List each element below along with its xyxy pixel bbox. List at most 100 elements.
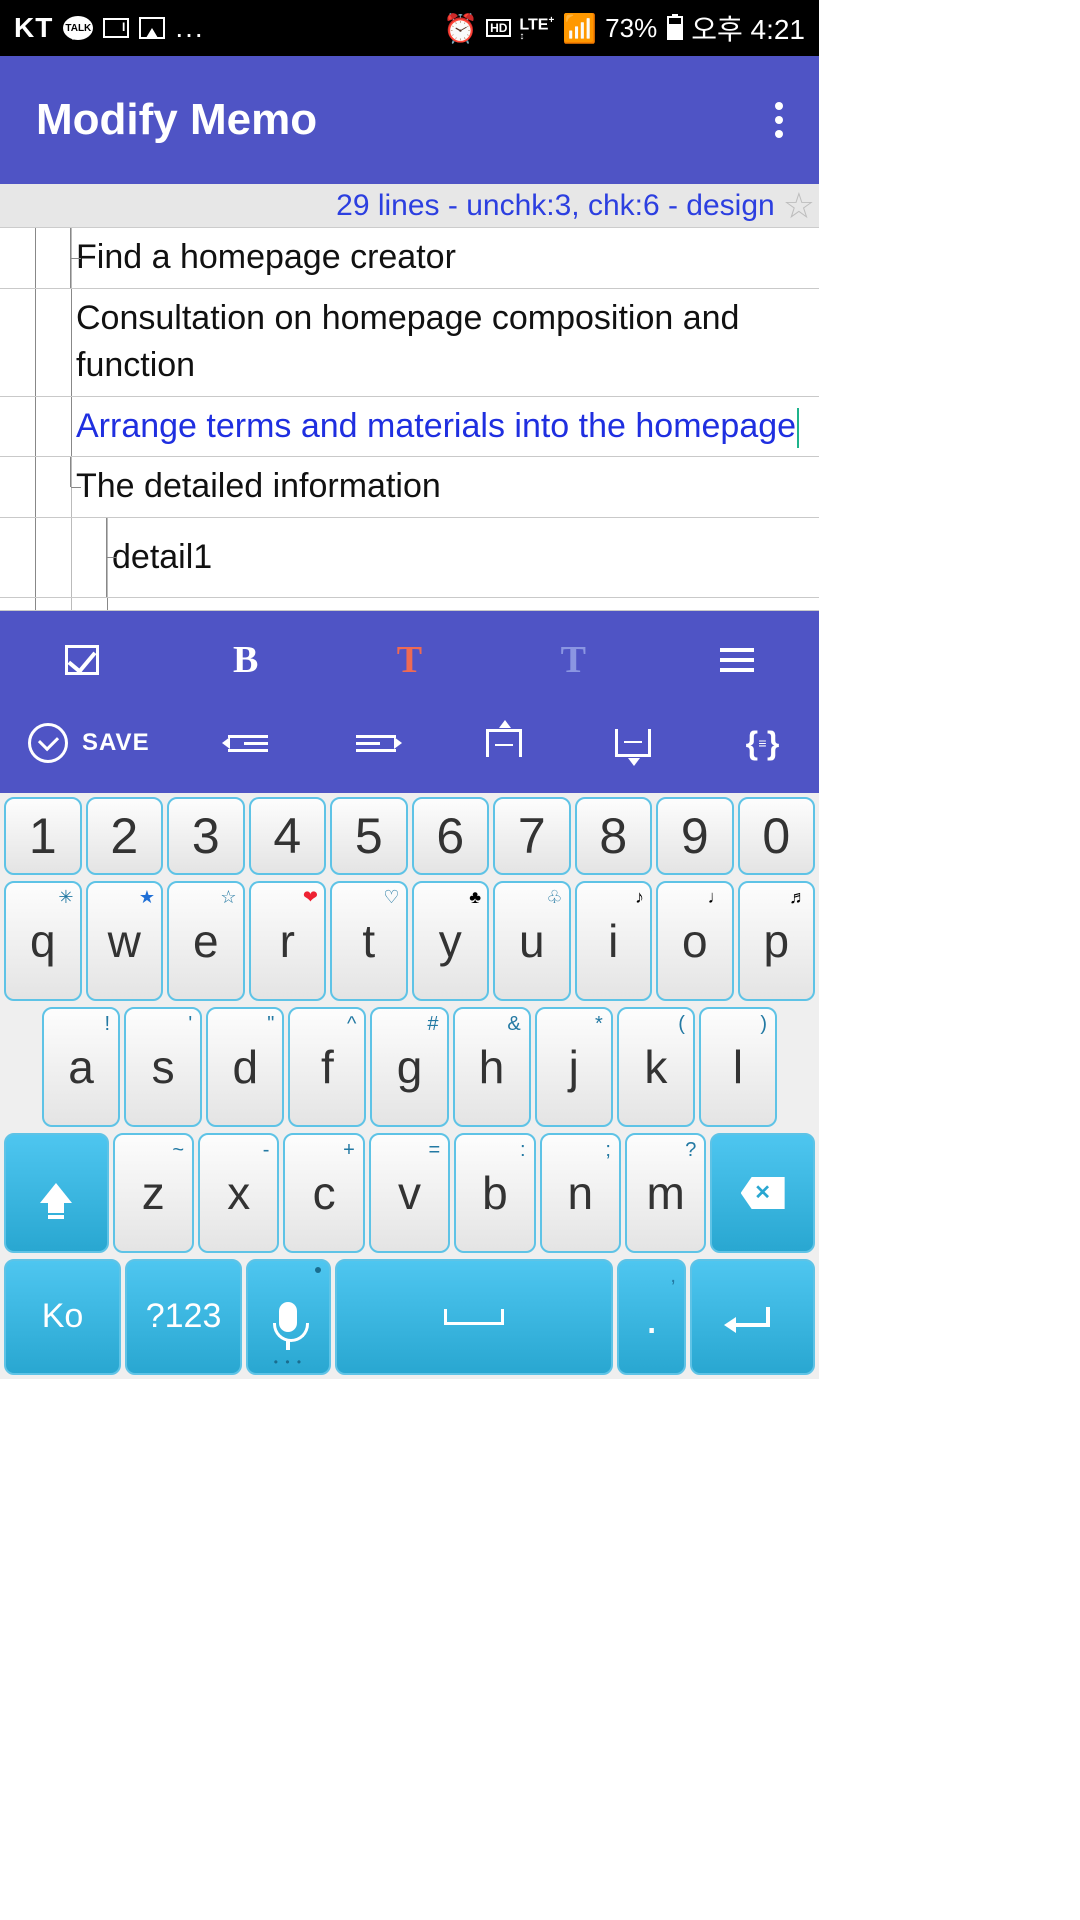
- key-v[interactable]: =v: [369, 1133, 450, 1253]
- memo-text[interactable]: Find a homepage creator: [72, 228, 819, 288]
- indent-button[interactable]: [346, 718, 406, 768]
- key-y[interactable]: ♣y: [412, 881, 490, 1001]
- outdent-button[interactable]: [218, 718, 278, 768]
- alarm-icon: [443, 12, 478, 45]
- key-voice-input[interactable]: • • •: [246, 1259, 331, 1375]
- mic-icon: [279, 1302, 297, 1332]
- key-language[interactable]: Ko: [4, 1259, 121, 1375]
- memo-text[interactable]: detail1: [108, 518, 819, 597]
- code-block-button[interactable]: { }: [731, 718, 791, 768]
- key-u[interactable]: ♧u: [493, 881, 571, 1001]
- key-p[interactable]: ♬p: [738, 881, 816, 1001]
- hd-icon: HD: [486, 19, 511, 37]
- key-j[interactable]: *j: [535, 1007, 613, 1127]
- checklist-button[interactable]: [52, 635, 112, 685]
- memo-line: detail1: [0, 518, 819, 598]
- key-m[interactable]: ?m: [625, 1133, 706, 1253]
- keyboard-row-asdf: !a 's "d ^f #g &h *j (k )l: [4, 1007, 815, 1127]
- format-menu-button[interactable]: [707, 635, 767, 685]
- key-l[interactable]: )l: [699, 1007, 777, 1127]
- key-s[interactable]: 's: [124, 1007, 202, 1127]
- clock-time: 오후 4:21: [691, 8, 805, 48]
- save-button[interactable]: SAVE: [28, 723, 150, 763]
- keyboard-row-zxcv: ~z -x +c =v :b ;n ?m ✕: [4, 1133, 815, 1253]
- battery-icon: [667, 16, 683, 40]
- key-h[interactable]: &h: [453, 1007, 531, 1127]
- key-a[interactable]: !a: [42, 1007, 120, 1127]
- image-notification-icon: [139, 17, 165, 39]
- key-7[interactable]: 7: [493, 797, 571, 875]
- favorite-star-icon[interactable]: ☆: [783, 185, 815, 227]
- text-color-red-button[interactable]: T: [379, 635, 439, 685]
- key-0[interactable]: 0: [738, 797, 816, 875]
- key-d[interactable]: "d: [206, 1007, 284, 1127]
- key-i[interactable]: ♪i: [575, 881, 653, 1001]
- notification-icon-1: I: [103, 18, 129, 38]
- key-5[interactable]: 5: [330, 797, 408, 875]
- key-symbols[interactable]: ?123: [125, 1259, 242, 1375]
- backspace-icon: ✕: [741, 1177, 785, 1209]
- key-space[interactable]: [335, 1259, 614, 1375]
- memo-text-active[interactable]: Arrange terms and materials into the hom…: [72, 397, 819, 457]
- memo-line: Consultation on homepage composition and…: [0, 289, 819, 397]
- key-g[interactable]: #g: [370, 1007, 448, 1127]
- key-4[interactable]: 4: [249, 797, 327, 875]
- key-w[interactable]: ★w: [86, 881, 164, 1001]
- save-icon: [28, 723, 68, 763]
- key-enter[interactable]: [690, 1259, 815, 1375]
- status-bar: KT TALK I ... HD LTE+↕ 📶 73% 오후 4:21: [0, 0, 819, 56]
- outdent-icon: [228, 735, 268, 752]
- move-up-icon: [486, 729, 522, 757]
- carrier-label: KT: [14, 12, 53, 44]
- chat-app-icon: TALK: [63, 16, 93, 40]
- key-k[interactable]: (k: [617, 1007, 695, 1127]
- key-t[interactable]: ♡t: [330, 881, 408, 1001]
- key-backspace[interactable]: ✕: [710, 1133, 815, 1253]
- memo-line: Arrange terms and materials into the hom…: [0, 397, 819, 458]
- key-shift[interactable]: [4, 1133, 109, 1253]
- page-title: Modify Memo: [36, 95, 775, 145]
- overflow-menu-button[interactable]: [775, 102, 783, 138]
- key-b[interactable]: :b: [454, 1133, 535, 1253]
- keyboard-row-bottom: Ko ?123 • • • ,.: [4, 1259, 815, 1375]
- key-1[interactable]: 1: [4, 797, 82, 875]
- move-down-button[interactable]: [603, 718, 663, 768]
- keyboard-row-qwerty: ✳q ★w ☆e ❤r ♡t ♣y ♧u ♪i ♩o ♬p: [4, 881, 815, 1001]
- memo-line: [0, 598, 819, 611]
- key-8[interactable]: 8: [575, 797, 653, 875]
- shift-icon: [40, 1183, 72, 1203]
- bold-button[interactable]: B: [216, 635, 276, 685]
- key-period[interactable]: ,.: [617, 1259, 686, 1375]
- move-up-button[interactable]: [474, 718, 534, 768]
- key-q[interactable]: ✳q: [4, 881, 82, 1001]
- enter-icon: [734, 1307, 770, 1327]
- check-icon: [65, 645, 99, 675]
- space-icon: [444, 1309, 504, 1325]
- memo-stats-label: 29 lines - unchk:3, chk:6 - design: [336, 189, 775, 223]
- key-z[interactable]: ~z: [113, 1133, 194, 1253]
- memo-text[interactable]: The detailed information: [72, 457, 819, 517]
- key-o[interactable]: ♩o: [656, 881, 734, 1001]
- memo-editor[interactable]: Find a homepage creator Consultation on …: [0, 228, 819, 611]
- key-3[interactable]: 3: [167, 797, 245, 875]
- memo-text[interactable]: Consultation on homepage composition and…: [72, 289, 819, 396]
- bold-icon: B: [233, 638, 258, 682]
- memo-line: The detailed information: [0, 457, 819, 518]
- key-x[interactable]: -x: [198, 1133, 279, 1253]
- status-left: KT TALK I ...: [14, 12, 443, 44]
- key-9[interactable]: 9: [656, 797, 734, 875]
- keyboard-row-numbers: 1 2 3 4 5 6 7 8 9 0: [4, 797, 815, 875]
- key-6[interactable]: 6: [412, 797, 490, 875]
- key-r[interactable]: ❤r: [249, 881, 327, 1001]
- battery-percent: 73%: [605, 13, 657, 44]
- brace-icon: { }: [746, 725, 777, 762]
- text-color-blue-button[interactable]: T: [543, 635, 603, 685]
- app-bar: Modify Memo: [0, 56, 819, 184]
- key-e[interactable]: ☆e: [167, 881, 245, 1001]
- key-n[interactable]: ;n: [540, 1133, 621, 1253]
- info-bar: 29 lines - unchk:3, chk:6 - design ☆: [0, 184, 819, 228]
- key-f[interactable]: ^f: [288, 1007, 366, 1127]
- key-c[interactable]: +c: [283, 1133, 364, 1253]
- key-2[interactable]: 2: [86, 797, 164, 875]
- indent-icon: [356, 735, 396, 752]
